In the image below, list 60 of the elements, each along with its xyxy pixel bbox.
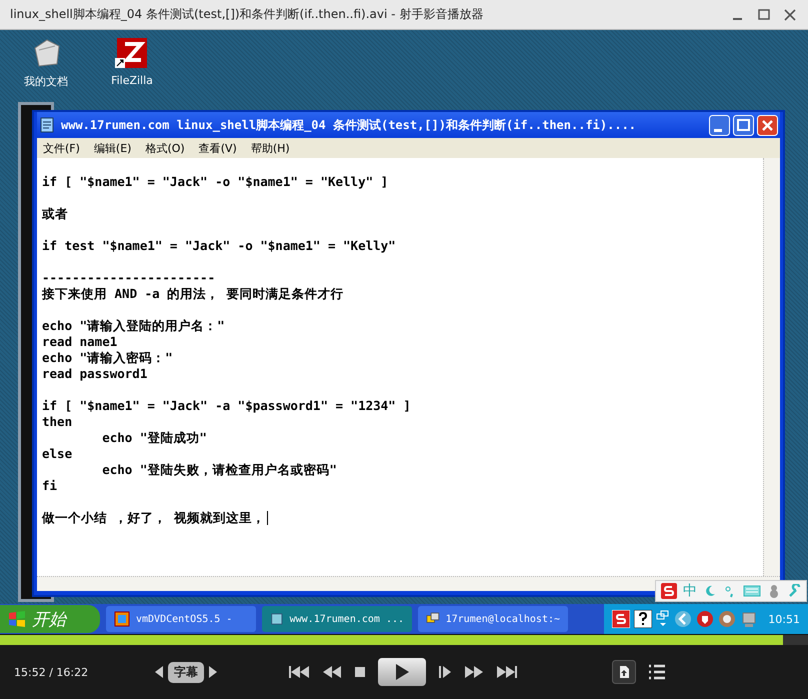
- text-line: echo "请输入登陆的用户名：": [42, 318, 225, 334]
- menu-item[interactable]: 文件(F): [43, 140, 80, 156]
- subtitle-button[interactable]: 字幕: [168, 662, 204, 682]
- filezilla-app-icon[interactable]: [115, 36, 149, 70]
- maximize-icon[interactable]: [756, 6, 772, 22]
- text-line: 做一个小结 ，好了， 视频就到这里，: [42, 510, 266, 526]
- notepad-title: www.17rumen.com linux_shell脚本编程_04 条件测试(test,[])和条件判断(if..then..fi)....: [61, 116, 638, 134]
- next-subtitle-icon[interactable]: [208, 665, 218, 679]
- taskbar-button[interactable]: 17rumen@localhost:~: [418, 606, 568, 632]
- skip-to-end-icon[interactable]: [496, 665, 518, 679]
- text-line: 或者: [42, 206, 68, 222]
- text-line: if [ "$name1" = "Jack" -o "$name1" = "Kelly" ]: [42, 174, 388, 190]
- skip-to-start-icon[interactable]: [288, 665, 310, 679]
- text-line: -----------------------: [42, 270, 216, 286]
- text-line: then: [42, 414, 72, 430]
- clock: 10:51: [768, 612, 800, 626]
- text-line: if test "$name1" = "Jack" -o "$name1" = "Kelly": [42, 238, 396, 254]
- window-title: linux_shell脚本编程_04 条件测试(test,[])和条件判断(if..then..fi).avi - 射手影音播放器: [10, 6, 484, 23]
- menu-item[interactable]: 帮助(H): [250, 140, 290, 156]
- menu-item[interactable]: 格式(O): [145, 140, 185, 156]
- stop-icon[interactable]: [354, 666, 366, 678]
- menu-item[interactable]: 编辑(E): [94, 140, 132, 156]
- open-file-icon[interactable]: [612, 660, 636, 684]
- previous-subtitle-icon[interactable]: [154, 665, 164, 679]
- play-icon: [394, 663, 410, 681]
- close-icon[interactable]: [757, 114, 778, 136]
- text-line: read password1: [42, 366, 148, 382]
- close-icon[interactable]: [782, 6, 798, 22]
- help-icon[interactable]: [634, 610, 652, 628]
- maximize-icon[interactable]: [733, 114, 754, 136]
- text-line: fi: [42, 478, 58, 494]
- start-label: 开始: [32, 608, 66, 630]
- text-line: read name1: [42, 334, 118, 350]
- start-button[interactable]: 开始: [0, 605, 100, 633]
- text-line: else: [42, 446, 72, 462]
- window-icon: [270, 611, 284, 627]
- taskbar-button[interactable]: www.17rumen.com ...: [262, 606, 412, 632]
- notepad-app-icon: [39, 117, 55, 133]
- menu-item[interactable]: 查看(V): [198, 140, 237, 156]
- text-line: echo "请输入密码：": [42, 350, 173, 366]
- desktop-icon-label[interactable]: FileZilla: [111, 74, 153, 87]
- shield-icon[interactable]: [696, 610, 714, 628]
- fast-forward-icon[interactable]: [464, 665, 484, 679]
- sogou-s-icon[interactable]: [661, 583, 677, 599]
- sogou-s-icon[interactable]: [612, 610, 630, 628]
- step-forward-icon[interactable]: [438, 665, 452, 679]
- playlist-icon[interactable]: [648, 664, 666, 680]
- taskbar-button[interactable]: vmDVDCentOS5.5 -: [106, 606, 256, 632]
- windows-logo-icon: [8, 610, 26, 628]
- playback-time: 15:52 / 16:22: [14, 666, 90, 678]
- text-line: echo "登陆成功": [101, 430, 207, 446]
- minimize-icon[interactable]: [709, 114, 730, 136]
- desktop-icon-label[interactable]: 我的文档: [24, 74, 68, 89]
- rewind-icon[interactable]: [322, 665, 342, 679]
- text-line: 接下来使用 AND -a 的用法， 要同时满足条件才行: [42, 286, 344, 302]
- text-line: if [ "$name1" = "Jack" -a "$password1" = "1234" ]: [42, 398, 411, 414]
- window-icon: [114, 611, 130, 627]
- play-button[interactable]: [378, 658, 426, 686]
- vertical-scrollbar[interactable]: [763, 158, 780, 576]
- text-line: echo "登陆失败，请检查用户名或密码": [101, 462, 337, 478]
